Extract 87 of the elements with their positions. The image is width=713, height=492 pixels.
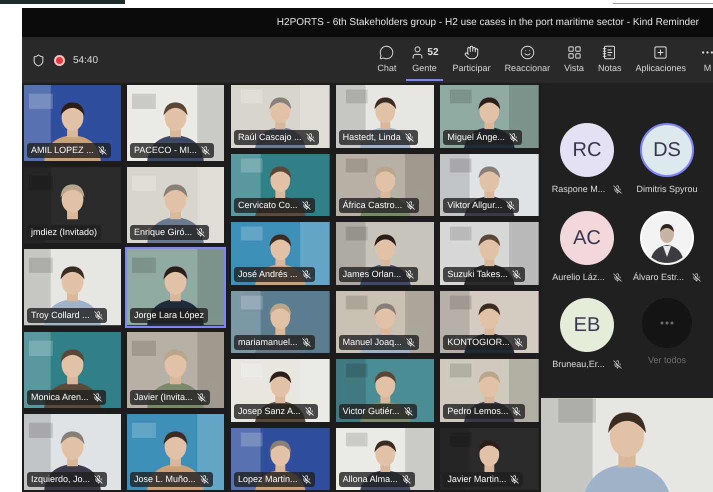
participant-name: Cervicato Co... <box>238 200 298 211</box>
participant-name: mariamanuel... <box>238 337 298 348</box>
video-tile[interactable]: Miguel Ánge... <box>438 83 541 150</box>
participant-count: 52 <box>427 46 439 60</box>
video-tile[interactable]: Josep Sanz A... <box>229 357 332 424</box>
video-tile[interactable]: KONTOGIOR... <box>438 288 541 355</box>
toolbar-button[interactable]: Notas <box>594 39 626 81</box>
participant-name: Victor Gutiér... <box>342 406 400 416</box>
participant-name: Hastedt, Linda <box>342 132 401 142</box>
meeting-timer: 54:40 <box>73 54 98 68</box>
participant-name: Jose L. Muño... <box>134 474 196 485</box>
video-tile[interactable]: Lopez Martin... <box>229 426 332 492</box>
participant-name: Troy Collard ... <box>31 310 90 321</box>
participant-name: José Andrés ... <box>238 268 298 280</box>
grid-icon <box>566 45 582 60</box>
notepad-icon <box>602 45 618 60</box>
participant-name: Monica Aren... <box>31 392 89 403</box>
video-tile[interactable]: Izquierdo, Jo... <box>22 412 123 492</box>
plus-square-icon <box>653 45 668 60</box>
video-tile[interactable]: Jorge Lara López <box>125 247 226 328</box>
participant-name: África Castro... <box>342 200 402 211</box>
video-tile[interactable]: José Andrés ... <box>229 220 332 286</box>
smiley-icon <box>520 45 535 60</box>
video-tile[interactable]: Suzuki Takes... <box>438 220 541 286</box>
participant-name: AMIL LOPEZ ... <box>31 145 94 156</box>
video-tile[interactable]: Viktor Allgur... <box>438 152 541 218</box>
video-tile[interactable]: mariamanuel... <box>229 288 332 355</box>
toolbar-button[interactable]: Reaccionar <box>500 39 554 81</box>
video-tile[interactable]: Javier (Invita... <box>125 330 226 410</box>
video-tile[interactable]: Hastedt, Linda <box>334 83 436 150</box>
toolbar-button[interactable]: Chat <box>373 39 400 81</box>
more-participants-button[interactable] <box>642 298 692 348</box>
participant-name: Suzuki Takes... <box>447 268 508 280</box>
participant-name: Josep Sanz A... <box>238 406 301 416</box>
video-tile[interactable]: Enrique Giró... <box>125 165 226 246</box>
participant-name: Izquierdo, Jo... <box>31 474 90 485</box>
video-tile[interactable]: Raúl Cascajo ... <box>229 83 332 150</box>
participant-name: Miguel Ánge... <box>447 132 505 142</box>
ellipsis-icon <box>660 321 674 325</box>
video-tile[interactable]: Cervicato Co... <box>229 152 332 218</box>
video-tile[interactable]: Jose L. Muño... <box>125 412 226 492</box>
participant-name: Raúl Cascajo ... <box>238 132 302 142</box>
person-icon <box>410 45 426 60</box>
video-tile[interactable]: Pedro Lemos... <box>438 357 541 424</box>
participant-name: jmdiez (Invitado) <box>31 227 98 238</box>
participant-name: Allona Alma... <box>342 474 398 485</box>
participant-name: Aurelio Láz... <box>552 270 605 284</box>
toolbar-button[interactable]: 52 Gente <box>406 39 443 81</box>
participant-name: Javier (Invita... <box>134 392 193 403</box>
video-tile[interactable]: PACECO - MI... <box>125 83 226 164</box>
toolbar-button[interactable]: Participar <box>448 39 495 81</box>
video-tile[interactable]: Javier Martin... <box>438 426 541 492</box>
participant-name: Viktor Allgur... <box>447 200 502 211</box>
participant-name: PACECO - MI... <box>134 145 197 156</box>
toolbar-button[interactable]: Aplicaciones <box>631 39 690 81</box>
hand-icon <box>464 45 480 60</box>
participant-name: Manuel Joaq... <box>342 337 402 348</box>
window-title: H2PORTS - 6th Stakeholders group - H2 use cases in the port maritime sector - Kind Reminder <box>276 16 699 30</box>
video-tile[interactable]: Allona Alma... <box>334 426 436 492</box>
video-tile[interactable]: África Castro... <box>334 152 436 218</box>
participant-name: Álvaro Estr... <box>632 270 684 284</box>
participant-name: Raspone M... <box>552 183 606 196</box>
toolbar-button[interactable]: M <box>696 39 713 81</box>
participant-name: Jorge Lara López <box>134 310 204 321</box>
avatar-initials: AC <box>560 210 614 264</box>
avatar-initials: DS <box>640 123 694 177</box>
participant-name: Pedro Lemos... <box>447 406 508 416</box>
video-tile[interactable]: Troy Collard ... <box>22 247 123 328</box>
chat-icon <box>379 45 394 60</box>
avatar-initials: RC <box>560 123 614 177</box>
video-tile[interactable]: jmdiez (Invitado) <box>22 165 123 246</box>
video-tile[interactable]: James Orlan... <box>334 220 436 286</box>
participant-name: Bruneau,Er... <box>552 358 605 371</box>
participant-name: Enrique Giró... <box>134 227 192 238</box>
participant-name: James Orlan... <box>342 268 402 280</box>
video-tile[interactable]: AMIL LOPEZ ... <box>22 83 123 164</box>
video-tile[interactable]: Victor Gutiér... <box>334 357 436 424</box>
participant-name: Lopez Martin... <box>238 474 298 485</box>
toolbar-button[interactable]: Vista <box>560 39 588 81</box>
see-all-label: Ver todos <box>648 354 686 367</box>
participant-name: Dimitris Spyrou <box>636 183 698 196</box>
avatar-initials: EB <box>560 298 614 352</box>
participant-name: KONTOGIOR... <box>447 337 510 348</box>
video-tile[interactable]: Monica Aren... <box>22 330 123 410</box>
participant-name: Javier Martin... <box>447 474 506 485</box>
shield-icon <box>32 54 45 66</box>
video-tile[interactable]: Manuel Joaq... <box>334 288 436 355</box>
